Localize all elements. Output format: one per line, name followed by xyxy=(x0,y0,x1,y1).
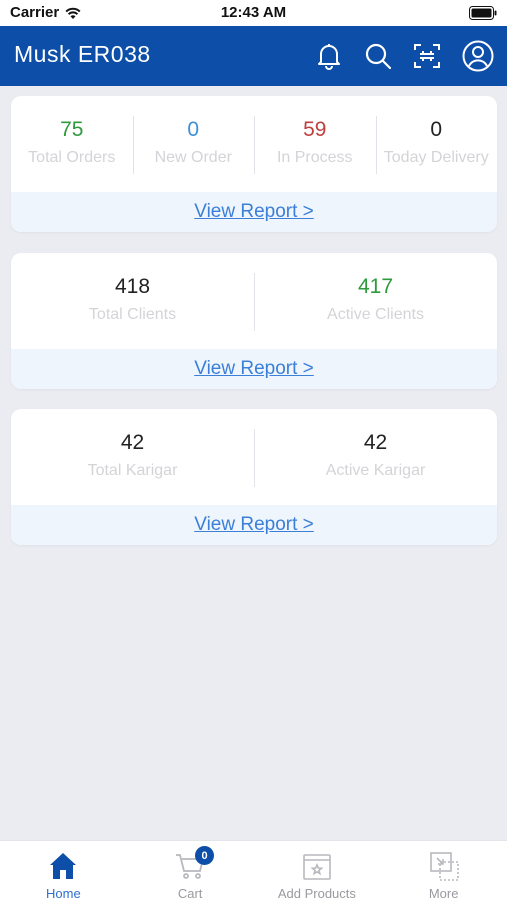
stat-value: 0 xyxy=(430,118,443,141)
stat-active-clients[interactable]: 417 Active Clients xyxy=(254,253,497,349)
stat-value: 0 xyxy=(187,118,200,141)
stat-value: 42 xyxy=(363,431,388,454)
tab-label: More xyxy=(428,886,459,900)
stat-total-clients[interactable]: 418 Total Clients xyxy=(11,253,254,349)
search-icon[interactable] xyxy=(362,40,394,72)
tab-add-products[interactable]: Add Products xyxy=(254,841,381,900)
bottom-tab-bar: Home Cart 0 Add Products More xyxy=(0,840,507,900)
orders-summary-card: 75 Total Orders 0 New Order 59 In Proces… xyxy=(11,96,497,232)
stat-label: Today Delivery xyxy=(383,149,489,166)
app-header: Musk ER038 xyxy=(0,26,507,86)
battery-icon xyxy=(469,6,497,24)
stat-label: Active Karigar xyxy=(325,462,426,479)
stat-total-orders[interactable]: 75 Total Orders xyxy=(11,96,133,192)
add-products-icon xyxy=(303,854,331,880)
view-report-link[interactable]: View Report > xyxy=(194,201,314,223)
stat-value: 59 xyxy=(303,118,327,141)
status-time: 12:43 AM xyxy=(220,4,287,21)
stat-total-karigar[interactable]: 42 Total Karigar xyxy=(11,409,254,505)
stat-label: Total Orders xyxy=(28,149,116,166)
stat-in-process[interactable]: 59 In Process xyxy=(254,96,376,192)
stat-value: 418 xyxy=(114,275,151,298)
karigar-summary-card: 42 Total Karigar 42 Active Karigar View … xyxy=(11,409,497,545)
view-report-link[interactable]: View Report > xyxy=(194,358,314,380)
clients-card-footer: View Report > xyxy=(11,349,497,389)
stat-label: Total Clients xyxy=(88,306,177,323)
clients-summary-card: 418 Total Clients 417 Active Clients Vie… xyxy=(11,253,497,389)
tab-home[interactable]: Home xyxy=(0,841,127,900)
stat-value: 75 xyxy=(60,118,84,141)
tab-label: Cart xyxy=(177,886,203,900)
tab-cart[interactable]: Cart xyxy=(127,841,254,900)
orders-stats: 75 Total Orders 0 New Order 59 In Proces… xyxy=(11,96,497,192)
orders-card-footer: View Report > xyxy=(11,192,497,232)
stat-value: 417 xyxy=(357,275,394,298)
cart-count-badge: 0 xyxy=(195,846,214,865)
tab-label: Home xyxy=(46,886,81,900)
stat-value: 42 xyxy=(120,431,145,454)
tab-label: Add Products xyxy=(277,886,356,900)
stat-today-delivery[interactable]: 0 Today Delivery xyxy=(375,96,498,192)
stat-label: Total Karigar xyxy=(87,462,178,479)
profile-icon[interactable] xyxy=(462,40,494,72)
karigar-stats: 42 Total Karigar 42 Active Karigar xyxy=(11,409,497,505)
view-report-link[interactable]: View Report > xyxy=(194,514,314,536)
stat-label: New Order xyxy=(154,149,232,166)
stat-new-order[interactable]: 0 New Order xyxy=(132,96,255,192)
stat-label: In Process xyxy=(276,149,353,166)
status-bar: Carrier 12:43 AM xyxy=(0,0,507,26)
home-icon xyxy=(50,853,77,879)
tab-more[interactable]: More xyxy=(380,841,507,900)
scan-icon[interactable] xyxy=(411,40,443,72)
clients-stats: 418 Total Clients 417 Active Clients xyxy=(11,253,497,349)
notification-bell-icon[interactable] xyxy=(313,40,345,72)
more-icon xyxy=(429,852,459,881)
stat-label: Active Clients xyxy=(327,306,424,323)
karigar-card-footer: View Report > xyxy=(11,505,497,545)
stat-active-karigar[interactable]: 42 Active Karigar xyxy=(254,409,497,505)
app-title: Musk ER038 xyxy=(14,41,151,67)
